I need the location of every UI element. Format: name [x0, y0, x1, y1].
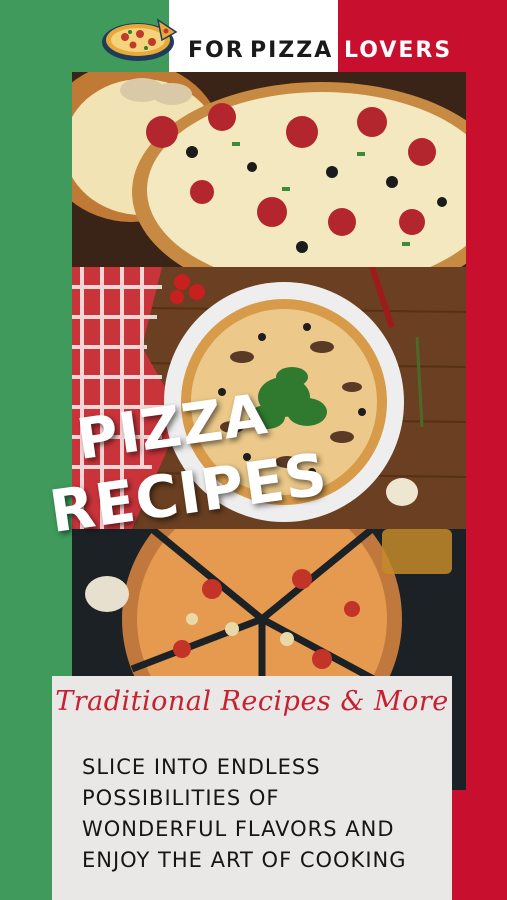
description-card: Traditional Recipes & More SLICE INTO EN…: [52, 676, 452, 900]
pizza-photo-closeup: [72, 72, 466, 267]
description-line: SLICE INTO ENDLESS: [82, 755, 321, 779]
header-word-for: FOR: [188, 38, 245, 63]
pizza-logo-icon: [100, 12, 180, 64]
header: FOR PIZZA LOVERS: [0, 0, 507, 72]
description-line: POSSIBILITIES OF: [82, 786, 280, 810]
description-line: WONDERFUL FLAVORS AND: [82, 817, 395, 841]
description-text: SLICE INTO ENDLESS POSSIBILITIES OF WOND…: [82, 752, 452, 876]
description-line: ENJOY THE ART OF COOKING: [82, 848, 407, 872]
header-word-lovers: LOVERS: [344, 38, 453, 63]
tagline: Traditional Recipes & More: [55, 686, 449, 717]
header-word-pizza: PIZZA: [250, 38, 334, 63]
